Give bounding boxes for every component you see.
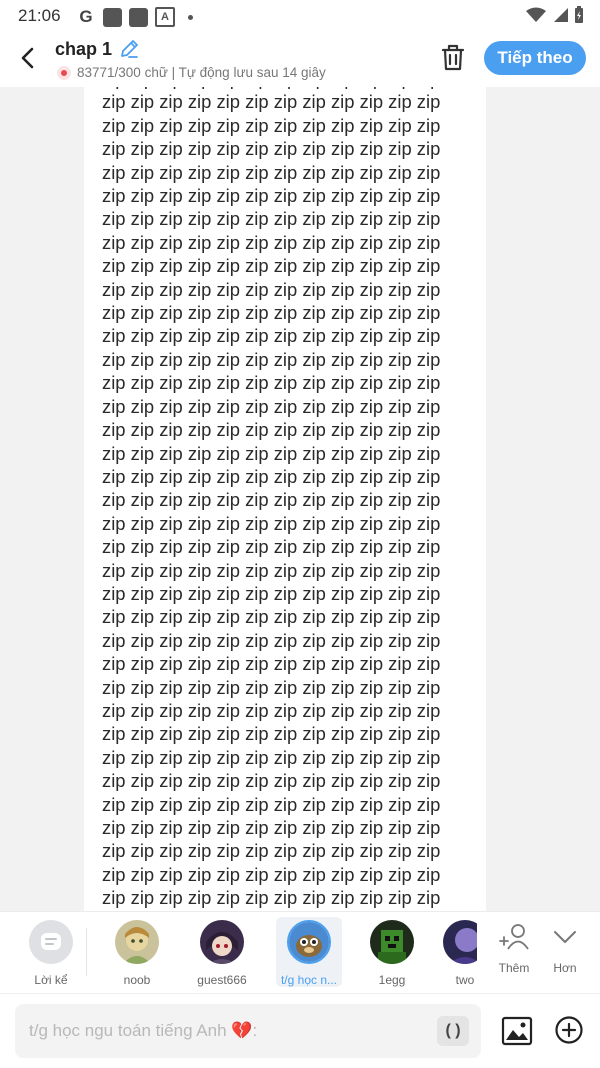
character-noob[interactable]: noob	[104, 920, 170, 987]
character-two[interactable]: two	[443, 920, 477, 987]
trash-icon	[441, 44, 465, 71]
noob-avatar	[115, 920, 159, 964]
message-input[interactable]: t/g học ngu toán tiếng Anh 💔: ( )	[15, 1004, 481, 1058]
a-notification-icon: A	[155, 7, 175, 27]
add-character-button[interactable]: Thêm	[491, 922, 537, 975]
status-time: 21:06	[18, 6, 61, 25]
character-bar: Lời kể noob guest666 t/g học n... 1egg t…	[0, 911, 600, 994]
delete-button[interactable]	[438, 42, 468, 74]
battery-icon	[575, 6, 583, 23]
status-bar: 21:06 G A	[0, 0, 600, 32]
character-narrator[interactable]: Lời kể	[18, 920, 84, 987]
character-label: 1egg	[378, 973, 406, 987]
insert-image-button[interactable]	[500, 1014, 534, 1048]
more-label: Hơn	[553, 961, 577, 975]
more-notifications-icon	[188, 14, 193, 20]
character-two-clip: two	[443, 912, 477, 994]
character-author[interactable]: t/g học n...	[276, 917, 342, 987]
add-person-icon	[499, 924, 529, 950]
edit-pencil-icon[interactable]	[118, 38, 140, 60]
title-row: chap 1	[55, 38, 140, 60]
back-button[interactable]	[12, 40, 44, 76]
image-icon	[501, 1016, 533, 1046]
wifi-icon	[526, 7, 546, 22]
narrator-icon	[29, 920, 73, 964]
chapter-title[interactable]: chap 1	[55, 39, 112, 60]
plus-circle-icon	[555, 1016, 583, 1044]
two-avatar	[443, 920, 477, 964]
editor-area: zip zip zip zip zip zip zip zip zip zip …	[0, 87, 600, 911]
message-input-bar: t/g học ngu toán tiếng Anh 💔: ( )	[0, 993, 600, 1068]
app-notification-icon	[129, 7, 148, 27]
system-icons	[526, 6, 584, 24]
character-label: Lời kể	[34, 973, 68, 987]
google-icon: G	[79, 7, 93, 26]
guest666-avatar	[200, 920, 244, 964]
input-placeholder: t/g học ngu toán tiếng Anh 💔:	[29, 1021, 258, 1040]
chevron-down-icon	[554, 931, 576, 943]
character-1egg[interactable]: 1egg	[359, 920, 425, 987]
more-button[interactable]: Hơn	[542, 922, 588, 975]
save-status: 83771/300 chữ | Tự động lưu sau 14 giây	[57, 65, 326, 80]
parentheses-button[interactable]: ( )	[437, 1016, 469, 1046]
add-button[interactable]	[553, 1014, 585, 1046]
word-count-autosave: 83771/300 chữ | Tự động lưu sau 14 giây	[77, 65, 326, 80]
1egg-avatar	[370, 920, 414, 964]
add-label: Thêm	[498, 961, 530, 975]
recording-dot-icon	[57, 65, 71, 80]
character-label: two	[455, 973, 475, 987]
notification-icons: G A	[76, 7, 193, 27]
next-button[interactable]: Tiếp theo	[484, 41, 586, 75]
story-text[interactable]: zip zip zip zip zip zip zip zip zip zip …	[102, 87, 474, 910]
text-editor[interactable]: zip zip zip zip zip zip zip zip zip zip …	[84, 87, 486, 911]
character-guest666[interactable]: guest666	[189, 920, 255, 987]
divider	[86, 928, 87, 976]
signal-icon	[554, 8, 568, 22]
character-label: guest666	[197, 973, 247, 987]
author-avatar	[287, 920, 331, 964]
character-label: noob	[123, 973, 151, 987]
editor-header: chap 1 83771/300 chữ | Tự động lưu sau 1…	[0, 32, 600, 87]
character-label: t/g học n...	[280, 973, 338, 987]
back-arrow-icon	[21, 47, 34, 69]
app-notification-icon	[103, 7, 122, 27]
